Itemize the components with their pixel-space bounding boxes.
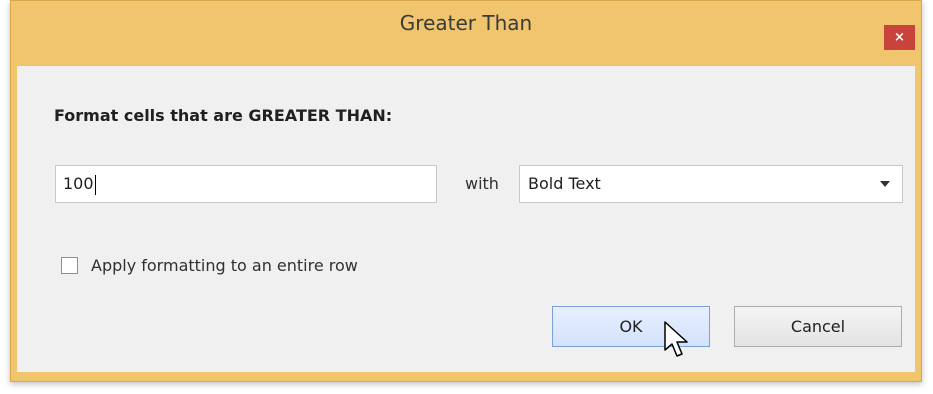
format-dropdown[interactable]: Bold Text [519,165,903,203]
cancel-button[interactable]: Cancel [734,306,902,347]
title-bar[interactable]: Greater Than [11,1,921,45]
close-icon: × [894,30,905,45]
mouse-pointer-icon [664,321,688,357]
dialog-title: Greater Than [399,11,533,35]
condition-heading: Format cells that are GREATER THAN: [54,106,393,125]
chevron-down-icon[interactable] [880,181,890,187]
format-selected-value: Bold Text [528,174,601,193]
text-caret [94,174,96,195]
entire-row-label[interactable]: Apply formatting to an entire row [91,256,358,275]
value-input[interactable] [55,165,437,203]
value-text: 100 [63,174,96,195]
with-label: with [465,174,499,193]
value-text-content: 100 [63,174,94,193]
dialog-body: Format cells that are GREATER THAN: 100 … [17,65,915,372]
entire-row-checkbox[interactable] [61,257,78,274]
greater-than-dialog: Greater Than × Format cells that are GRE… [10,0,922,382]
close-button[interactable]: × [884,25,915,50]
